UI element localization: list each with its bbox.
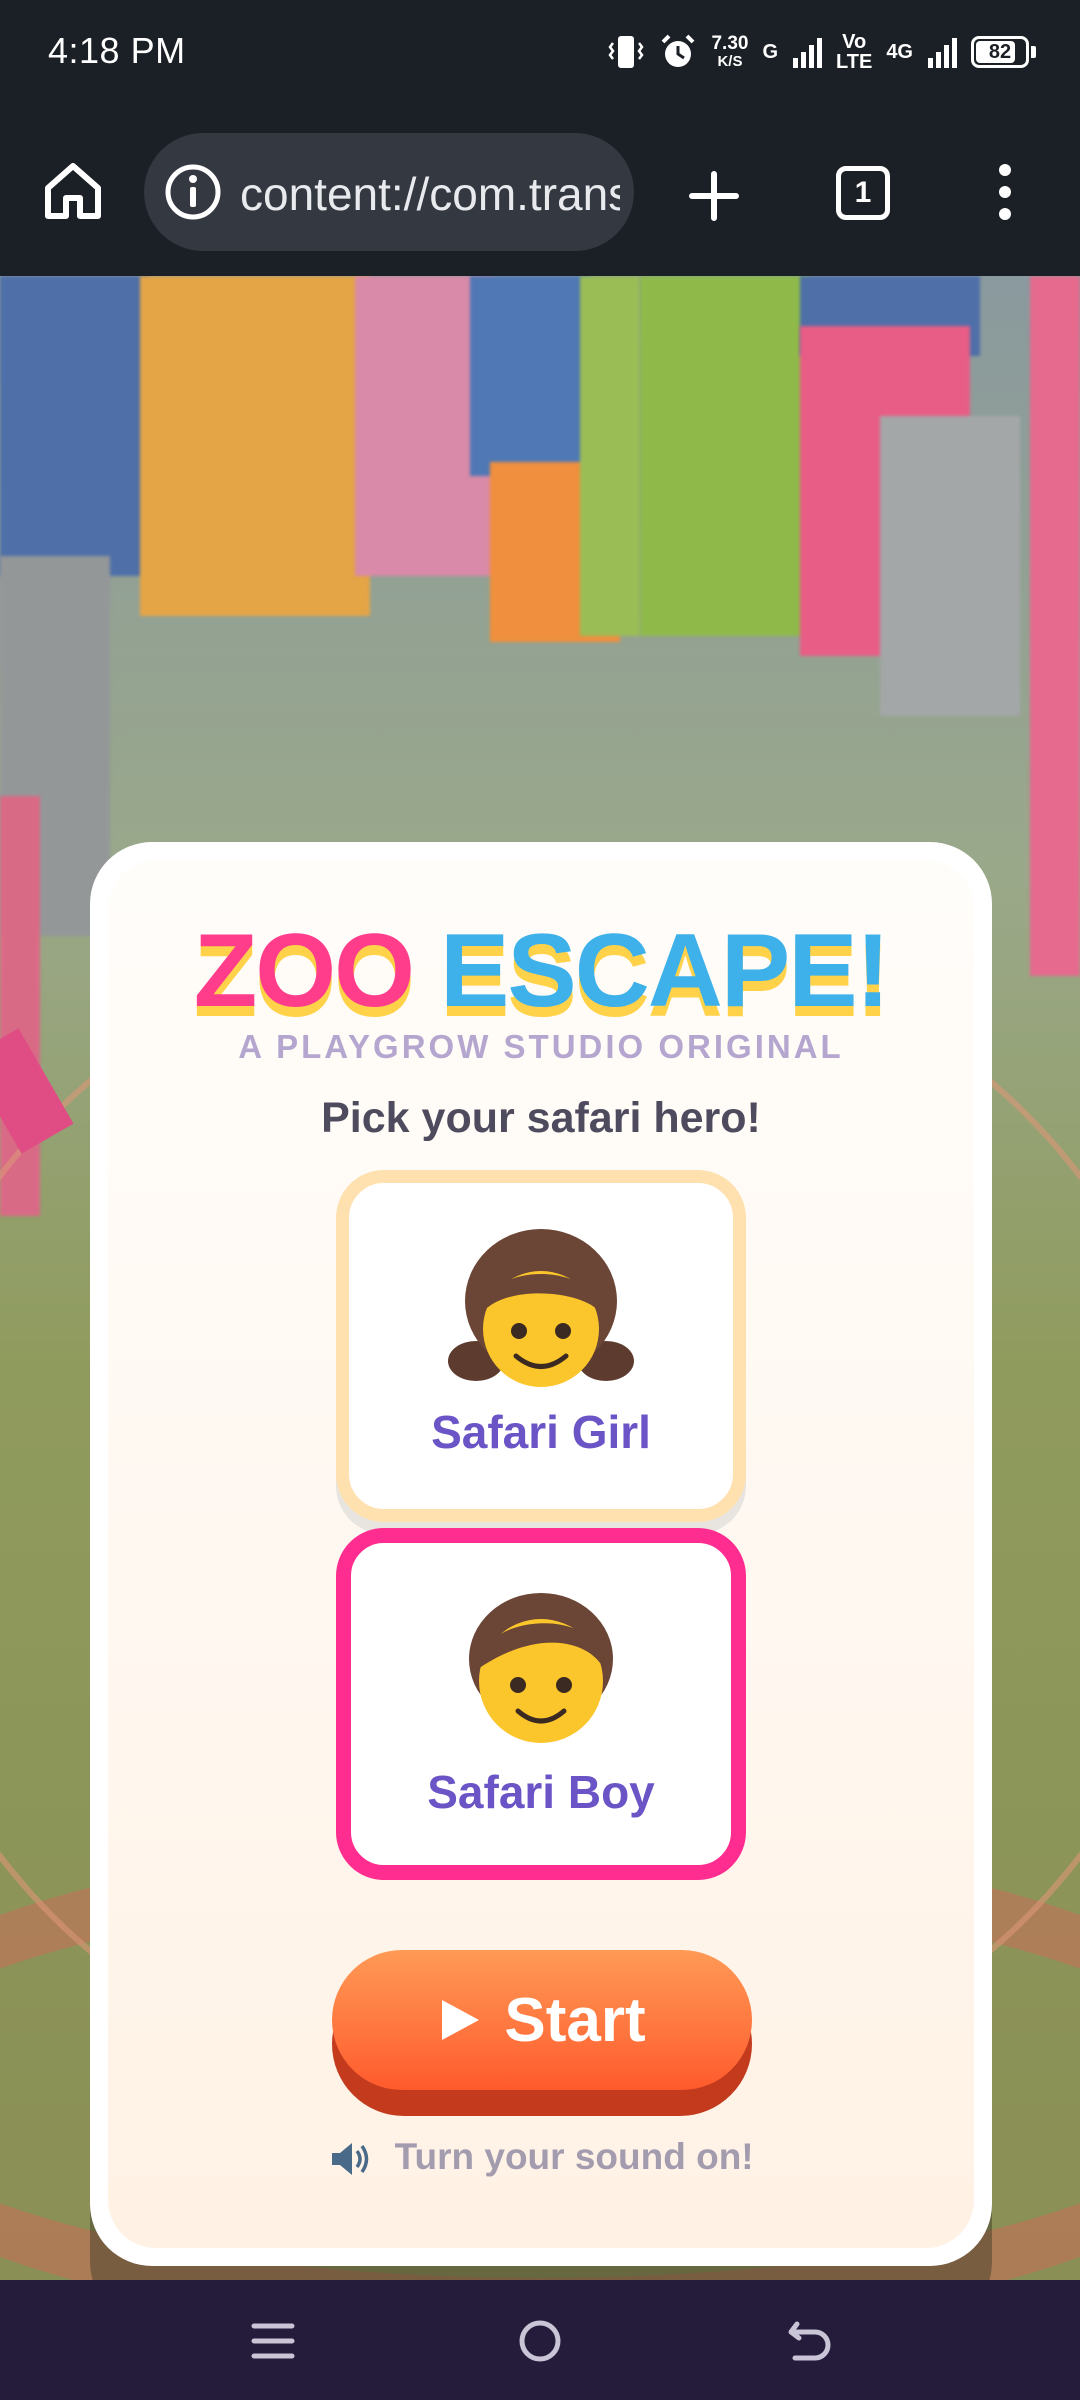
status-bar: 4:18 PM 7.30 K/S G Vo LTE 4G 82 bbox=[0, 0, 1080, 110]
home-nav-icon[interactable] bbox=[515, 2316, 565, 2366]
network-4g-label: 4G bbox=[886, 41, 913, 63]
network-type-g: G bbox=[762, 42, 778, 62]
network-speed-value: 7.30 bbox=[711, 33, 749, 54]
hero-label-boy: Safari Boy bbox=[427, 1766, 655, 1818]
vibrate-icon bbox=[608, 36, 645, 68]
volte-bottom-label: LTE bbox=[836, 51, 873, 73]
status-time: 4:18 PM bbox=[48, 30, 186, 71]
network-speed: 7.30 K/S bbox=[711, 34, 748, 70]
girl-emoji-icon bbox=[349, 1221, 733, 1401]
sound-hint: Turn your sound on! bbox=[108, 2136, 974, 2179]
volte-indicator: Vo LTE bbox=[836, 32, 872, 72]
more-vert-icon[interactable] bbox=[990, 162, 1020, 222]
volte-top-label: Vo bbox=[842, 31, 867, 53]
address-bar[interactable]: content://com.transsion.filemanager bbox=[144, 133, 634, 251]
recent-apps-icon[interactable] bbox=[248, 2316, 298, 2366]
network-type-4g: 4G bbox=[886, 42, 913, 62]
character-select-card: ZOO ESCAPE! A PLAYGROW STUDIO ORIGINAL P… bbox=[90, 842, 992, 2266]
tab-count: 1 bbox=[854, 176, 872, 209]
network-g-label: G bbox=[762, 41, 779, 63]
boy-emoji-icon bbox=[351, 1581, 731, 1761]
card-inner: ZOO ESCAPE! A PLAYGROW STUDIO ORIGINAL P… bbox=[108, 860, 974, 2248]
hero-option-boy[interactable]: Safari Boy bbox=[336, 1528, 746, 1880]
back-icon[interactable] bbox=[785, 2316, 835, 2366]
studio-subtitle: A PLAYGROW STUDIO ORIGINAL bbox=[238, 1028, 844, 1065]
battery-level: 82 bbox=[988, 40, 1012, 63]
start-button[interactable]: Start bbox=[332, 1950, 752, 2116]
battery-icon: 82 bbox=[971, 36, 1029, 68]
url-text[interactable]: content://com.transsion.filemanager bbox=[240, 167, 620, 217]
title-escape: ESCAPE! bbox=[439, 913, 890, 1029]
speaker-icon bbox=[332, 2143, 369, 2176]
hero-option-girl[interactable]: Safari Girl bbox=[336, 1170, 746, 1522]
network-speed-unit: K/S bbox=[717, 53, 743, 70]
sound-hint-text: Turn your sound on! bbox=[394, 2136, 754, 2177]
start-button-face[interactable]: Start bbox=[332, 1950, 752, 2090]
info-icon[interactable] bbox=[164, 163, 222, 221]
hero-label-girl: Safari Girl bbox=[431, 1406, 651, 1458]
pick-hero-prompt: Pick your safari hero! bbox=[321, 1094, 761, 1142]
game-scene: ZOO ESCAPE! A PLAYGROW STUDIO ORIGINAL P… bbox=[0, 276, 1080, 2280]
plus-icon[interactable] bbox=[686, 168, 742, 224]
start-label: Start bbox=[504, 1985, 646, 2055]
play-icon bbox=[442, 2000, 480, 2040]
alarm-icon bbox=[662, 34, 695, 67]
tab-switcher-button[interactable]: 1 bbox=[836, 166, 890, 220]
game-title: ZOO ESCAPE! bbox=[108, 916, 974, 1026]
status-icons: 7.30 K/S G Vo LTE 4G 82 bbox=[607, 28, 1036, 76]
browser-toolbar: content://com.transsion.filemanager 1 bbox=[0, 110, 1080, 276]
signal-icon-2 bbox=[928, 38, 957, 68]
battery-tip bbox=[1031, 46, 1036, 58]
signal-icon-1 bbox=[793, 38, 823, 68]
system-nav-bar bbox=[0, 2280, 1080, 2400]
title-zoo: ZOO bbox=[193, 913, 415, 1029]
home-icon[interactable] bbox=[40, 158, 106, 224]
